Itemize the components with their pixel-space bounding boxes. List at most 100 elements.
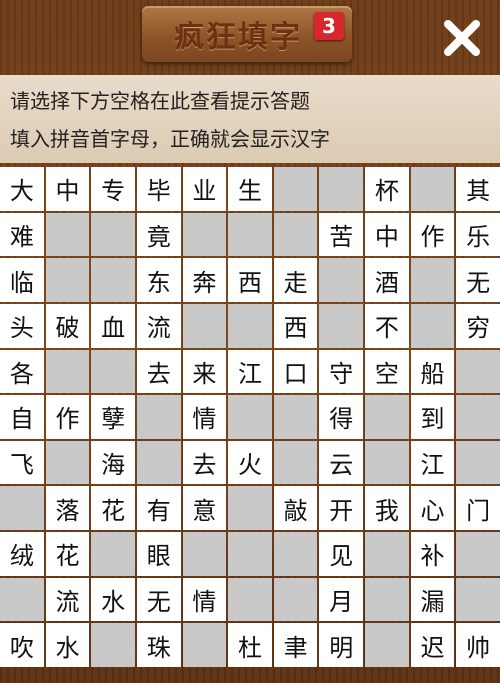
grid-cell[interactable]: 东	[136, 258, 181, 302]
grid-cell	[365, 532, 409, 576]
grid-cell[interactable]: 月	[319, 577, 364, 622]
grid-cell[interactable]: 开	[319, 486, 364, 531]
grid-cell	[182, 212, 227, 257]
grid-cell[interactable]: 无	[456, 258, 500, 302]
grid-cell[interactable]: 杜	[228, 623, 272, 667]
grid-cell[interactable]: 花	[45, 532, 90, 576]
grid-cell	[91, 258, 135, 302]
grid-cell[interactable]: 水	[45, 623, 90, 667]
grid-cell[interactable]: 江	[410, 440, 455, 485]
grid-cell[interactable]: 专	[91, 167, 135, 211]
grid-cell[interactable]: 走	[273, 258, 318, 302]
grid-cell[interactable]: 来	[182, 349, 227, 394]
grid-cell[interactable]: 聿	[273, 623, 318, 667]
grid-cell[interactable]: 落	[45, 486, 90, 531]
level-badge: 3	[314, 12, 344, 40]
grid-cell[interactable]: 苦	[319, 212, 364, 257]
hint-line-2: 填入拼音首字母，正确就会显示汉字	[10, 127, 330, 151]
grid-cell[interactable]: 守	[319, 349, 364, 394]
grid-cell[interactable]: 情	[182, 577, 227, 622]
grid-cell[interactable]: 临	[0, 258, 44, 302]
grid-cell[interactable]: 自	[0, 395, 44, 439]
grid-cell	[456, 440, 500, 485]
grid-cell	[136, 395, 181, 439]
grid-cell	[91, 532, 135, 576]
grid-cell[interactable]: 破	[45, 303, 90, 348]
grid-cell[interactable]: 迟	[410, 623, 455, 667]
grid-cell[interactable]: 无	[136, 577, 181, 622]
grid-cell[interactable]: 作	[410, 212, 455, 257]
grid-cell[interactable]: 云	[319, 440, 364, 485]
grid-cell[interactable]: 情	[182, 395, 227, 439]
grid-cell[interactable]: 作	[45, 395, 90, 439]
grid-cell[interactable]: 孽	[91, 395, 135, 439]
grid-cell[interactable]: 心	[410, 486, 455, 531]
grid-cell[interactable]: 流	[45, 577, 90, 622]
grid-cell	[228, 577, 272, 622]
hint-panel: 请选择下方空格在此查看提示答题 填入拼音首字母，正确就会显示汉字	[0, 75, 500, 163]
grid-cell	[273, 440, 318, 485]
grid-cell[interactable]: 竟	[136, 212, 181, 257]
close-button[interactable]	[438, 14, 486, 62]
grid-cell[interactable]: 补	[410, 532, 455, 576]
grid-cell[interactable]: 花	[91, 486, 135, 531]
grid-cell[interactable]: 不	[365, 303, 409, 348]
grid-cell[interactable]: 生	[228, 167, 272, 211]
grid-cell[interactable]: 酒	[365, 258, 409, 302]
grid-cell[interactable]: 空	[365, 349, 409, 394]
grid-cell[interactable]: 明	[319, 623, 364, 667]
grid-cell[interactable]: 难	[0, 212, 44, 257]
game-title: 疯狂填字	[174, 20, 302, 55]
grid-cell[interactable]: 毕	[136, 167, 181, 211]
grid-cell[interactable]: 见	[319, 532, 364, 576]
grid-cell	[365, 440, 409, 485]
grid-cell[interactable]: 绒	[0, 532, 44, 576]
header-bar: 疯狂填字 3	[0, 0, 500, 72]
grid-cell[interactable]: 流	[136, 303, 181, 348]
grid-cell[interactable]: 有	[136, 486, 181, 531]
grid-cell[interactable]: 吹	[0, 623, 44, 667]
grid-cell[interactable]: 西	[273, 303, 318, 348]
grid-cell[interactable]: 火	[228, 440, 272, 485]
grid-cell[interactable]: 我	[365, 486, 409, 531]
grid-cell[interactable]: 江	[228, 349, 272, 394]
grid-cell[interactable]: 门	[456, 486, 500, 531]
grid-cell	[182, 532, 227, 576]
grid-cell	[410, 303, 455, 348]
grid-cell[interactable]: 到	[410, 395, 455, 439]
grid-cell[interactable]: 水	[91, 577, 135, 622]
grid-cell	[228, 303, 272, 348]
grid-cell[interactable]: 口	[273, 349, 318, 394]
grid-cell	[319, 303, 364, 348]
grid-cell[interactable]: 敲	[273, 486, 318, 531]
grid-cell[interactable]: 船	[410, 349, 455, 394]
grid-cell[interactable]: 中	[365, 212, 409, 257]
grid-cell[interactable]: 血	[91, 303, 135, 348]
grid-cell[interactable]: 其	[456, 167, 500, 211]
grid-cell[interactable]: 得	[319, 395, 364, 439]
grid-cell[interactable]: 奔	[182, 258, 227, 302]
grid-cell[interactable]: 穷	[456, 303, 500, 348]
grid-cell	[273, 212, 318, 257]
grid-cell[interactable]: 帅	[456, 623, 500, 667]
grid-cell[interactable]: 去	[136, 349, 181, 394]
grid-cell[interactable]: 头	[0, 303, 44, 348]
grid-cell[interactable]: 珠	[136, 623, 181, 667]
grid-cell	[45, 440, 90, 485]
grid-cell[interactable]: 西	[228, 258, 272, 302]
grid-cell[interactable]: 乐	[456, 212, 500, 257]
grid-cell	[273, 577, 318, 622]
grid-cell[interactable]: 各	[0, 349, 44, 394]
grid-cell[interactable]: 杯	[365, 167, 409, 211]
grid-cell[interactable]: 大	[0, 167, 44, 211]
grid-cell	[91, 212, 135, 257]
grid-cell[interactable]: 飞	[0, 440, 44, 485]
grid-cell[interactable]: 中	[45, 167, 90, 211]
grid-cell[interactable]: 海	[91, 440, 135, 485]
grid-cell	[45, 212, 90, 257]
grid-cell[interactable]: 意	[182, 486, 227, 531]
grid-cell[interactable]: 去	[182, 440, 227, 485]
grid-cell[interactable]: 眼	[136, 532, 181, 576]
grid-cell[interactable]: 业	[182, 167, 227, 211]
grid-cell[interactable]: 漏	[410, 577, 455, 622]
